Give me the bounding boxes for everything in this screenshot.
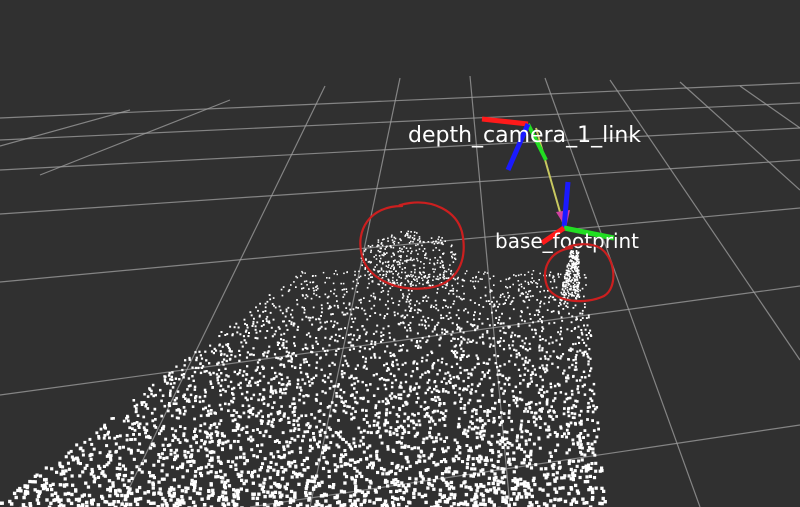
frame-label-depth-camera: depth_camera_1_link — [408, 123, 641, 148]
viewport-background — [0, 0, 800, 507]
3d-viewport[interactable]: depth_camera_1_link base_footprint — [0, 0, 800, 507]
